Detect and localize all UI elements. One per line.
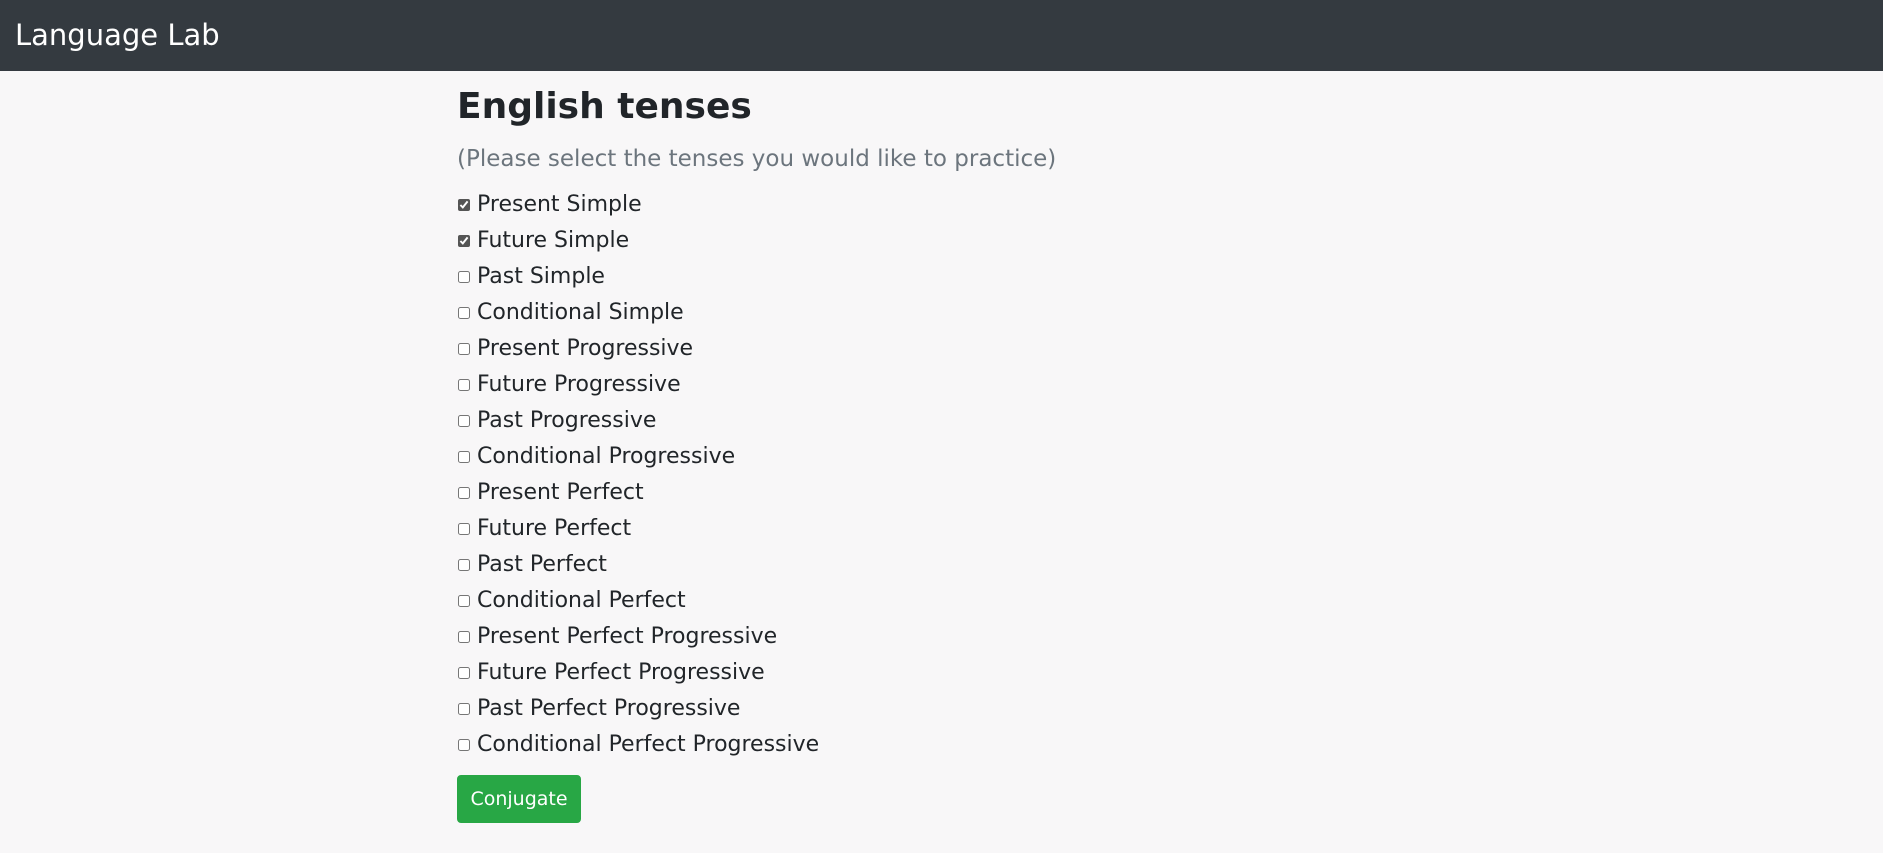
tense-item: Present Progressive — [457, 331, 819, 367]
tense-label[interactable]: Present Perfect Progressive — [477, 622, 777, 652]
tense-label[interactable]: Conditional Perfect Progressive — [477, 730, 819, 760]
tense-label[interactable]: Past Simple — [477, 262, 605, 292]
tense-item: Present Simple — [457, 187, 819, 223]
tense-checkbox[interactable] — [458, 307, 470, 319]
tense-checkbox[interactable] — [458, 379, 470, 391]
page-title: English tenses — [457, 86, 752, 127]
tense-checkbox[interactable] — [458, 703, 470, 715]
tense-checkbox[interactable] — [458, 487, 470, 499]
tense-checkbox[interactable] — [458, 739, 470, 751]
tense-label[interactable]: Conditional Progressive — [477, 442, 735, 472]
tense-label[interactable]: Present Perfect — [477, 478, 644, 508]
tense-label[interactable]: Conditional Simple — [477, 298, 684, 328]
tense-label[interactable]: Future Progressive — [477, 370, 681, 400]
tense-checkbox[interactable] — [458, 631, 470, 643]
tense-item: Future Progressive — [457, 367, 819, 403]
tense-item: Conditional Progressive — [457, 439, 819, 475]
tense-checkbox[interactable] — [458, 271, 470, 283]
tense-checkbox-list: Present Simple Future Simple Past Simple Co… — [457, 187, 819, 763]
tense-label[interactable]: Past Perfect Progressive — [477, 694, 740, 724]
tense-item: Present Perfect Progressive — [457, 619, 819, 655]
tense-label[interactable]: Past Perfect — [477, 550, 607, 580]
tense-checkbox[interactable] — [458, 595, 470, 607]
tense-item: Future Simple — [457, 223, 819, 259]
tense-checkbox[interactable] — [458, 523, 470, 535]
tense-checkbox[interactable] — [458, 415, 470, 427]
tense-label[interactable]: Future Perfect — [477, 514, 631, 544]
tense-item: Past Simple — [457, 259, 819, 295]
tense-checkbox[interactable] — [458, 343, 470, 355]
tense-item: Present Perfect — [457, 475, 819, 511]
tense-item: Past Perfect — [457, 547, 819, 583]
tense-checkbox[interactable] — [458, 235, 470, 247]
tense-item: Conditional Perfect Progressive — [457, 727, 819, 763]
tense-label[interactable]: Past Progressive — [477, 406, 656, 436]
tense-item: Future Perfect — [457, 511, 819, 547]
tense-checkbox[interactable] — [458, 451, 470, 463]
tense-item: Conditional Simple — [457, 295, 819, 331]
tense-checkbox[interactable] — [458, 199, 470, 211]
tense-label[interactable]: Conditional Perfect — [477, 586, 686, 616]
tense-item: Future Perfect Progressive — [457, 655, 819, 691]
tense-checkbox[interactable] — [458, 667, 470, 679]
tense-item: Conditional Perfect — [457, 583, 819, 619]
tense-checkbox[interactable] — [458, 559, 470, 571]
tense-label[interactable]: Future Perfect Progressive — [477, 658, 765, 688]
tense-label[interactable]: Future Simple — [477, 226, 629, 256]
page-subtitle: (Please select the tenses you would like… — [457, 146, 1057, 172]
brand-link[interactable]: Language Lab — [15, 16, 220, 54]
tense-item: Past Perfect Progressive — [457, 691, 819, 727]
tense-label[interactable]: Present Progressive — [477, 334, 693, 364]
tense-label[interactable]: Present Simple — [477, 190, 642, 220]
conjugate-button[interactable]: Conjugate — [457, 775, 581, 823]
navbar: Language Lab — [0, 0, 1883, 71]
tense-item: Past Progressive — [457, 403, 819, 439]
